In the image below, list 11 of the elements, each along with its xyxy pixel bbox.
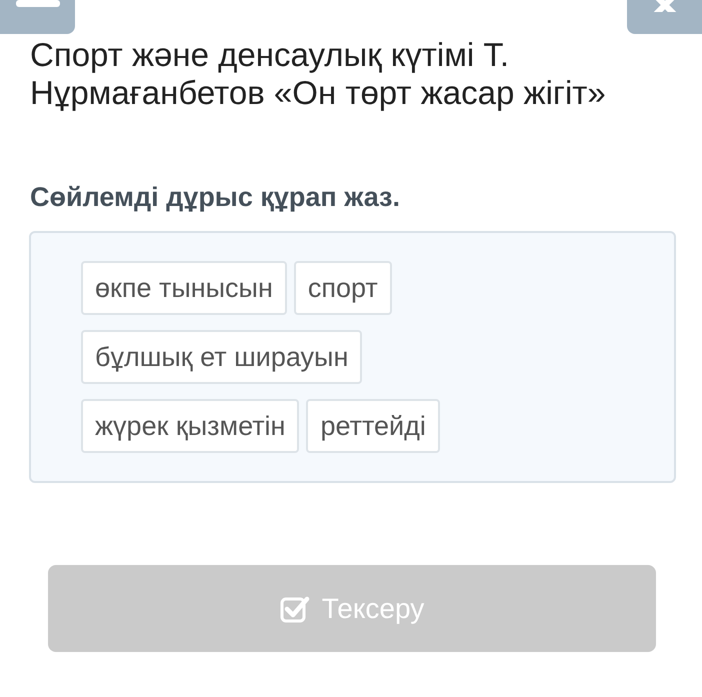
menu-button[interactable] xyxy=(0,0,75,34)
menu-icon xyxy=(16,0,60,10)
word-chip[interactable]: өкпе тынысын xyxy=(81,261,287,315)
page-title: Спорт және денсаулық күтімі Т. Нұрмағанбетов «Он төрт жасар жігіт» xyxy=(30,36,607,112)
word-chip[interactable]: спорт xyxy=(294,261,392,315)
word-chip[interactable]: реттейді xyxy=(306,399,440,453)
close-button[interactable] xyxy=(627,0,702,34)
checkbox-icon xyxy=(280,594,310,622)
word-chip[interactable]: жүрек қызметін xyxy=(81,399,300,453)
instruction-text: Сөйлемді дұрыс құрап жаз. xyxy=(30,182,400,213)
word-chip[interactable]: бұлшық ет ширауын xyxy=(81,330,362,384)
